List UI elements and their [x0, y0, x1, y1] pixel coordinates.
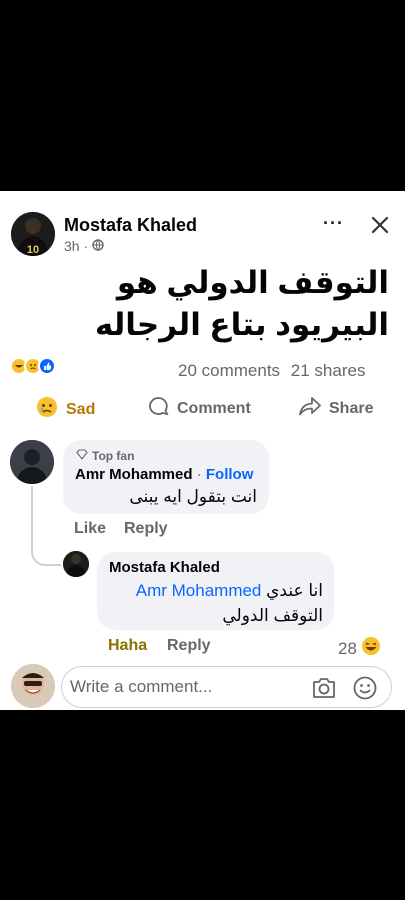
post-author-name[interactable]: Mostafa Khaled: [64, 215, 197, 236]
close-icon[interactable]: [371, 214, 389, 240]
comment-icon: [148, 396, 169, 422]
top-fan-label: Top fan: [92, 449, 135, 463]
sad-face-icon: [36, 396, 58, 423]
shares-count[interactable]: 21 shares: [291, 361, 366, 380]
comment-reply-button[interactable]: Reply: [124, 520, 168, 538]
comment-input[interactable]: [70, 675, 300, 699]
post-action-bar: Sad Comment Share: [0, 396, 405, 426]
reactions-summary[interactable]: [10, 357, 66, 377]
share-icon: [299, 396, 321, 421]
post-text: التوقف الدولي هو البيريود بتاع الرجاله: [94, 265, 389, 342]
name-separator: ·: [196, 466, 206, 483]
reaction-count-value: 28: [338, 638, 357, 658]
haha-emoji-icon: [361, 636, 381, 661]
diamond-icon: [76, 449, 88, 463]
reply-reaction-count[interactable]: 28: [338, 636, 381, 661]
comment-button[interactable]: Comment: [148, 396, 251, 422]
reply-mention-link[interactable]: Amr Mohammed: [136, 581, 262, 600]
comment-label: Comment: [177, 400, 251, 417]
globe-icon: [92, 238, 104, 254]
engagement-counts: 20 comments 21 shares: [178, 361, 365, 381]
comment-composer: [61, 666, 392, 708]
like-reaction-icon: [38, 357, 56, 375]
reply-author-name[interactable]: Mostafa Khaled: [109, 559, 220, 576]
comment-author: Amr Mohammed · Follow: [75, 466, 253, 483]
comment-text: انت بتقول ايه يبنى: [129, 487, 257, 506]
post-meta: 3h ·: [64, 238, 104, 254]
current-user-avatar[interactable]: [11, 664, 55, 708]
reply-text-part: انا عندي: [266, 581, 323, 600]
commenter-avatar[interactable]: [10, 440, 54, 484]
camera-icon[interactable]: [311, 676, 337, 700]
reply-text-line2: التوقف الدولي: [222, 606, 323, 625]
svg-text:10: 10: [27, 244, 39, 256]
sad-label: Sad: [66, 400, 96, 418]
author-avatar[interactable]: 10: [11, 212, 55, 256]
share-label: Share: [329, 399, 374, 417]
reply-avatar[interactable]: [63, 551, 89, 577]
reply-text: انا عندي Amr Mohammed التوقف الدولي: [98, 578, 323, 628]
comment-like-button[interactable]: Like: [74, 520, 106, 538]
comments-count[interactable]: 20 comments: [178, 361, 280, 380]
emoji-icon[interactable]: [352, 676, 378, 700]
reply-thread-line: [31, 486, 61, 566]
reply-haha-button[interactable]: Haha: [108, 637, 147, 655]
follow-button[interactable]: Follow: [206, 466, 254, 483]
post-time[interactable]: 3h: [64, 238, 80, 254]
comment-author-name[interactable]: Amr Mohammed: [75, 466, 193, 483]
meta-dot: ·: [83, 238, 89, 254]
sad-button[interactable]: Sad: [36, 396, 95, 423]
more-dots-icon[interactable]: ···: [323, 213, 344, 234]
share-button[interactable]: Share: [299, 396, 373, 421]
top-fan-badge: Top fan: [76, 449, 134, 463]
reply-reply-button[interactable]: Reply: [167, 637, 211, 655]
